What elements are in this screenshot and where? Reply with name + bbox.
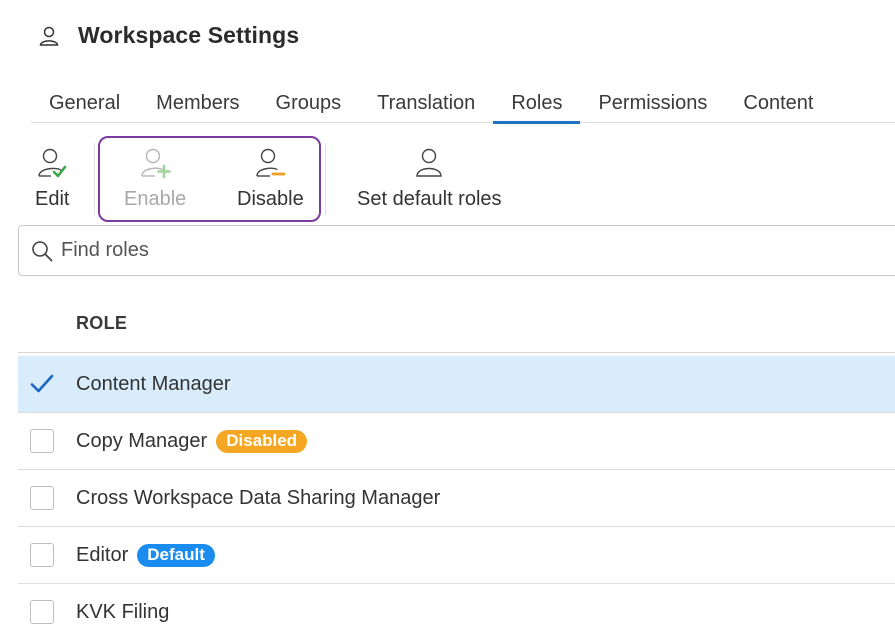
roles-toolbar: Edit Enable Disable Set default roles [0,135,895,223]
tab-groups[interactable]: Groups [258,88,360,123]
disable-label: Disable [237,188,304,210]
row-checkbox[interactable] [30,429,54,453]
table-row[interactable]: Editor Default [18,527,895,584]
tab-translation[interactable]: Translation [359,88,493,123]
page-title: Workspace Settings [78,22,300,48]
enable-label: Enable [124,188,187,210]
checkmark-icon [30,374,54,393]
column-header-role[interactable]: ROLE [76,313,127,334]
role-name: Cross Workspace Data Sharing Manager [76,486,441,509]
edit-label: Edit [35,188,70,210]
tab-general[interactable]: General [31,88,138,123]
edit-button[interactable]: Edit [35,135,69,211]
row-checkbox[interactable] [30,486,54,510]
settings-tabs: General Members Groups Translation Roles… [31,88,895,124]
table-row[interactable]: Content Manager [18,356,895,413]
role-name: Editor [76,543,129,566]
table-row[interactable]: Copy Manager Disabled [18,413,895,470]
role-name: KVK Filing [76,600,170,623]
set-default-roles-button[interactable]: Set default roles [357,135,502,211]
search-box [18,225,895,276]
search-input[interactable] [61,239,761,262]
tab-content[interactable]: Content [725,88,831,123]
set-default-roles-label: Set default roles [357,188,502,210]
row-checkbox[interactable] [30,543,54,567]
table-row[interactable]: Cross Workspace Data Sharing Manager [18,470,895,527]
toolbar-divider [325,143,326,215]
default-badge: Default [137,543,215,567]
toolbar-divider [94,143,95,215]
search-icon [32,240,53,261]
enable-button[interactable]: Enable [124,135,186,211]
row-checkbox[interactable] [30,372,54,396]
role-name-cell: Editor Default [76,543,215,567]
user-check-icon [38,148,67,178]
table-row[interactable]: KVK Filing [18,584,895,639]
disabled-badge: Disabled [216,429,308,453]
disable-button[interactable]: Disable [237,135,304,211]
roles-list: Content Manager Copy Manager Disabled Cr… [18,356,895,639]
header-divider [18,352,895,353]
user-add-icon [141,148,171,179]
role-name: Copy Manager [76,429,208,452]
role-name-cell: Copy Manager Disabled [76,429,308,453]
role-name: Content Manager [76,372,231,395]
tab-permissions[interactable]: Permissions [580,88,725,123]
tab-roles[interactable]: Roles [493,88,581,124]
tab-members[interactable]: Members [138,88,257,123]
row-checkbox[interactable] [30,600,54,624]
page-header: Workspace Settings [38,22,299,49]
user-remove-icon [256,148,286,177]
user-icon [39,26,59,46]
user-icon [416,148,442,177]
